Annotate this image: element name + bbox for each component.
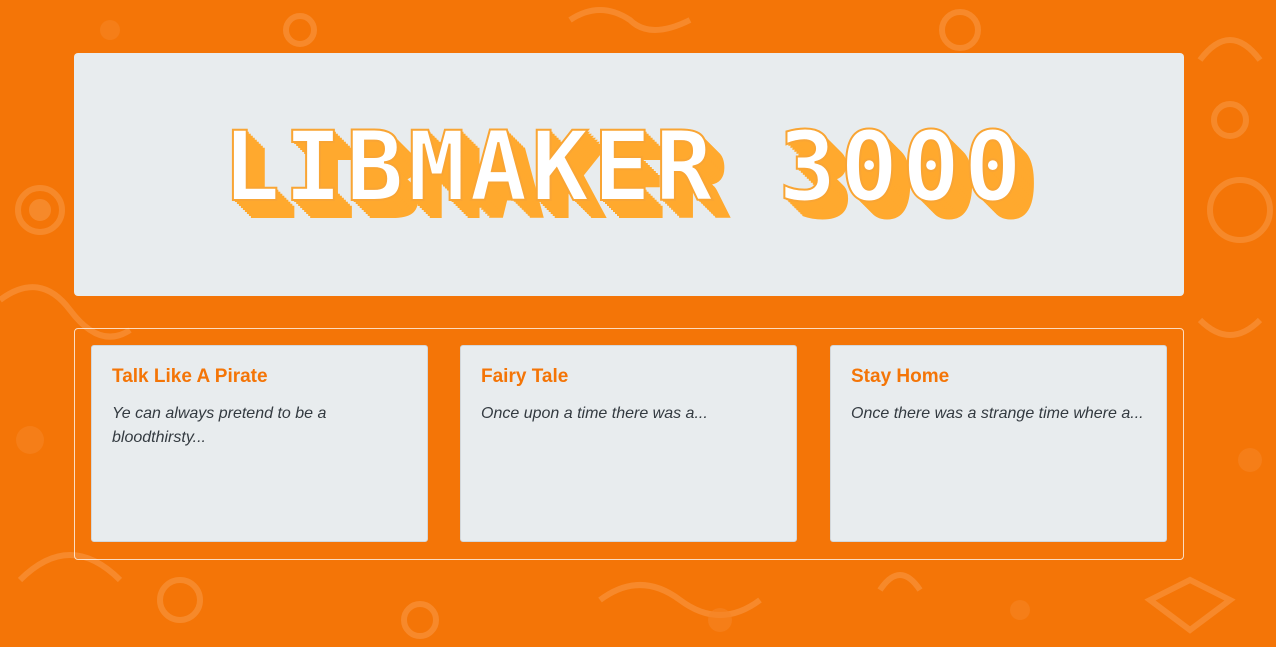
story-title[interactable]: Fairy Tale (481, 366, 776, 388)
story-card-fairy-tale[interactable]: Fairy Tale Once upon a time there was a.… (460, 345, 797, 542)
story-card-pirate[interactable]: Talk Like A Pirate Ye can always pretend… (91, 345, 428, 542)
story-excerpt: Once there was a strange time where a... (851, 405, 1144, 422)
story-title[interactable]: Stay Home (851, 366, 1146, 388)
story-excerpt: Ye can always pretend to be a bloodthirs… (112, 405, 327, 446)
story-list: Talk Like A Pirate Ye can always pretend… (74, 328, 1184, 560)
story-title[interactable]: Talk Like A Pirate (112, 366, 407, 388)
app-logo: LIBMAKER 3000 (221, 110, 1026, 223)
header-banner: LIBMAKER 3000 (74, 53, 1184, 296)
story-excerpt: Once upon a time there was a... (481, 405, 708, 422)
story-card-stay-home[interactable]: Stay Home Once there was a strange time … (830, 345, 1167, 542)
